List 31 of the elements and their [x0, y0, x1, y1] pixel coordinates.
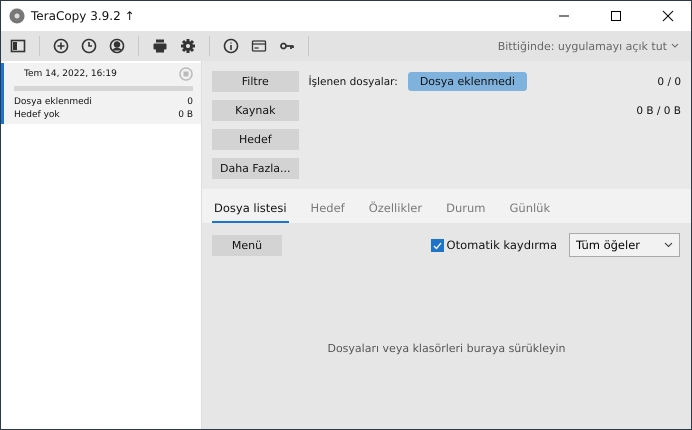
autoscroll-checkbox[interactable]: [430, 238, 444, 252]
file-count: 0 / 0: [656, 76, 681, 88]
size-count: 0 B / 0 B: [635, 104, 681, 116]
job-date: Tem 14, 2022, 16:19: [24, 69, 117, 79]
close-icon: [662, 10, 674, 22]
source-button[interactable]: Kaynak: [212, 100, 299, 121]
action-button[interactable]: Hedef: [212, 129, 299, 150]
empty-hint: Dosyaları veya klasörleri buraya sürükleyin: [327, 342, 566, 354]
tab[interactable]: Durum: [444, 201, 488, 223]
filter-button[interactable]: Filtre: [212, 71, 299, 92]
tab[interactable]: Özellikler: [366, 201, 424, 223]
status-badge: Dosya eklenmedi: [408, 72, 527, 91]
action-button[interactable]: Daha Fazla...: [212, 158, 299, 179]
target-size: 0 B: [178, 110, 193, 120]
disc-icon: [9, 8, 25, 24]
filter-dropdown[interactable]: Tüm öğeler: [569, 233, 680, 257]
job-item[interactable]: Tem 14, 2022, 16:19 Dosya eklenmedi 0 Hedef yok 0 B: [1, 63, 201, 124]
target-label: Hedef yok: [14, 110, 60, 120]
on-finish-dropdown[interactable]: Bittiğinde: uygulamayı açık tut: [492, 38, 685, 54]
files-label: Dosya eklenmedi: [14, 97, 92, 107]
tab[interactable]: Hedef: [308, 201, 347, 223]
chevron-down-icon: [671, 43, 679, 49]
files-count: 0: [187, 97, 193, 107]
autoscroll-label: Otomatik kaydırma: [446, 238, 557, 252]
menu-button[interactable]: Menü: [212, 234, 282, 256]
processed-label: İşlenen dosyalar:: [308, 76, 398, 88]
maximize-icon: [610, 10, 622, 22]
window-title: TeraCopy 3.9.2 ↑: [31, 9, 136, 23]
tab[interactable]: Dosya listesi: [212, 201, 289, 223]
chevron-down-icon: [664, 242, 673, 248]
tab[interactable]: Günlük: [508, 201, 552, 223]
